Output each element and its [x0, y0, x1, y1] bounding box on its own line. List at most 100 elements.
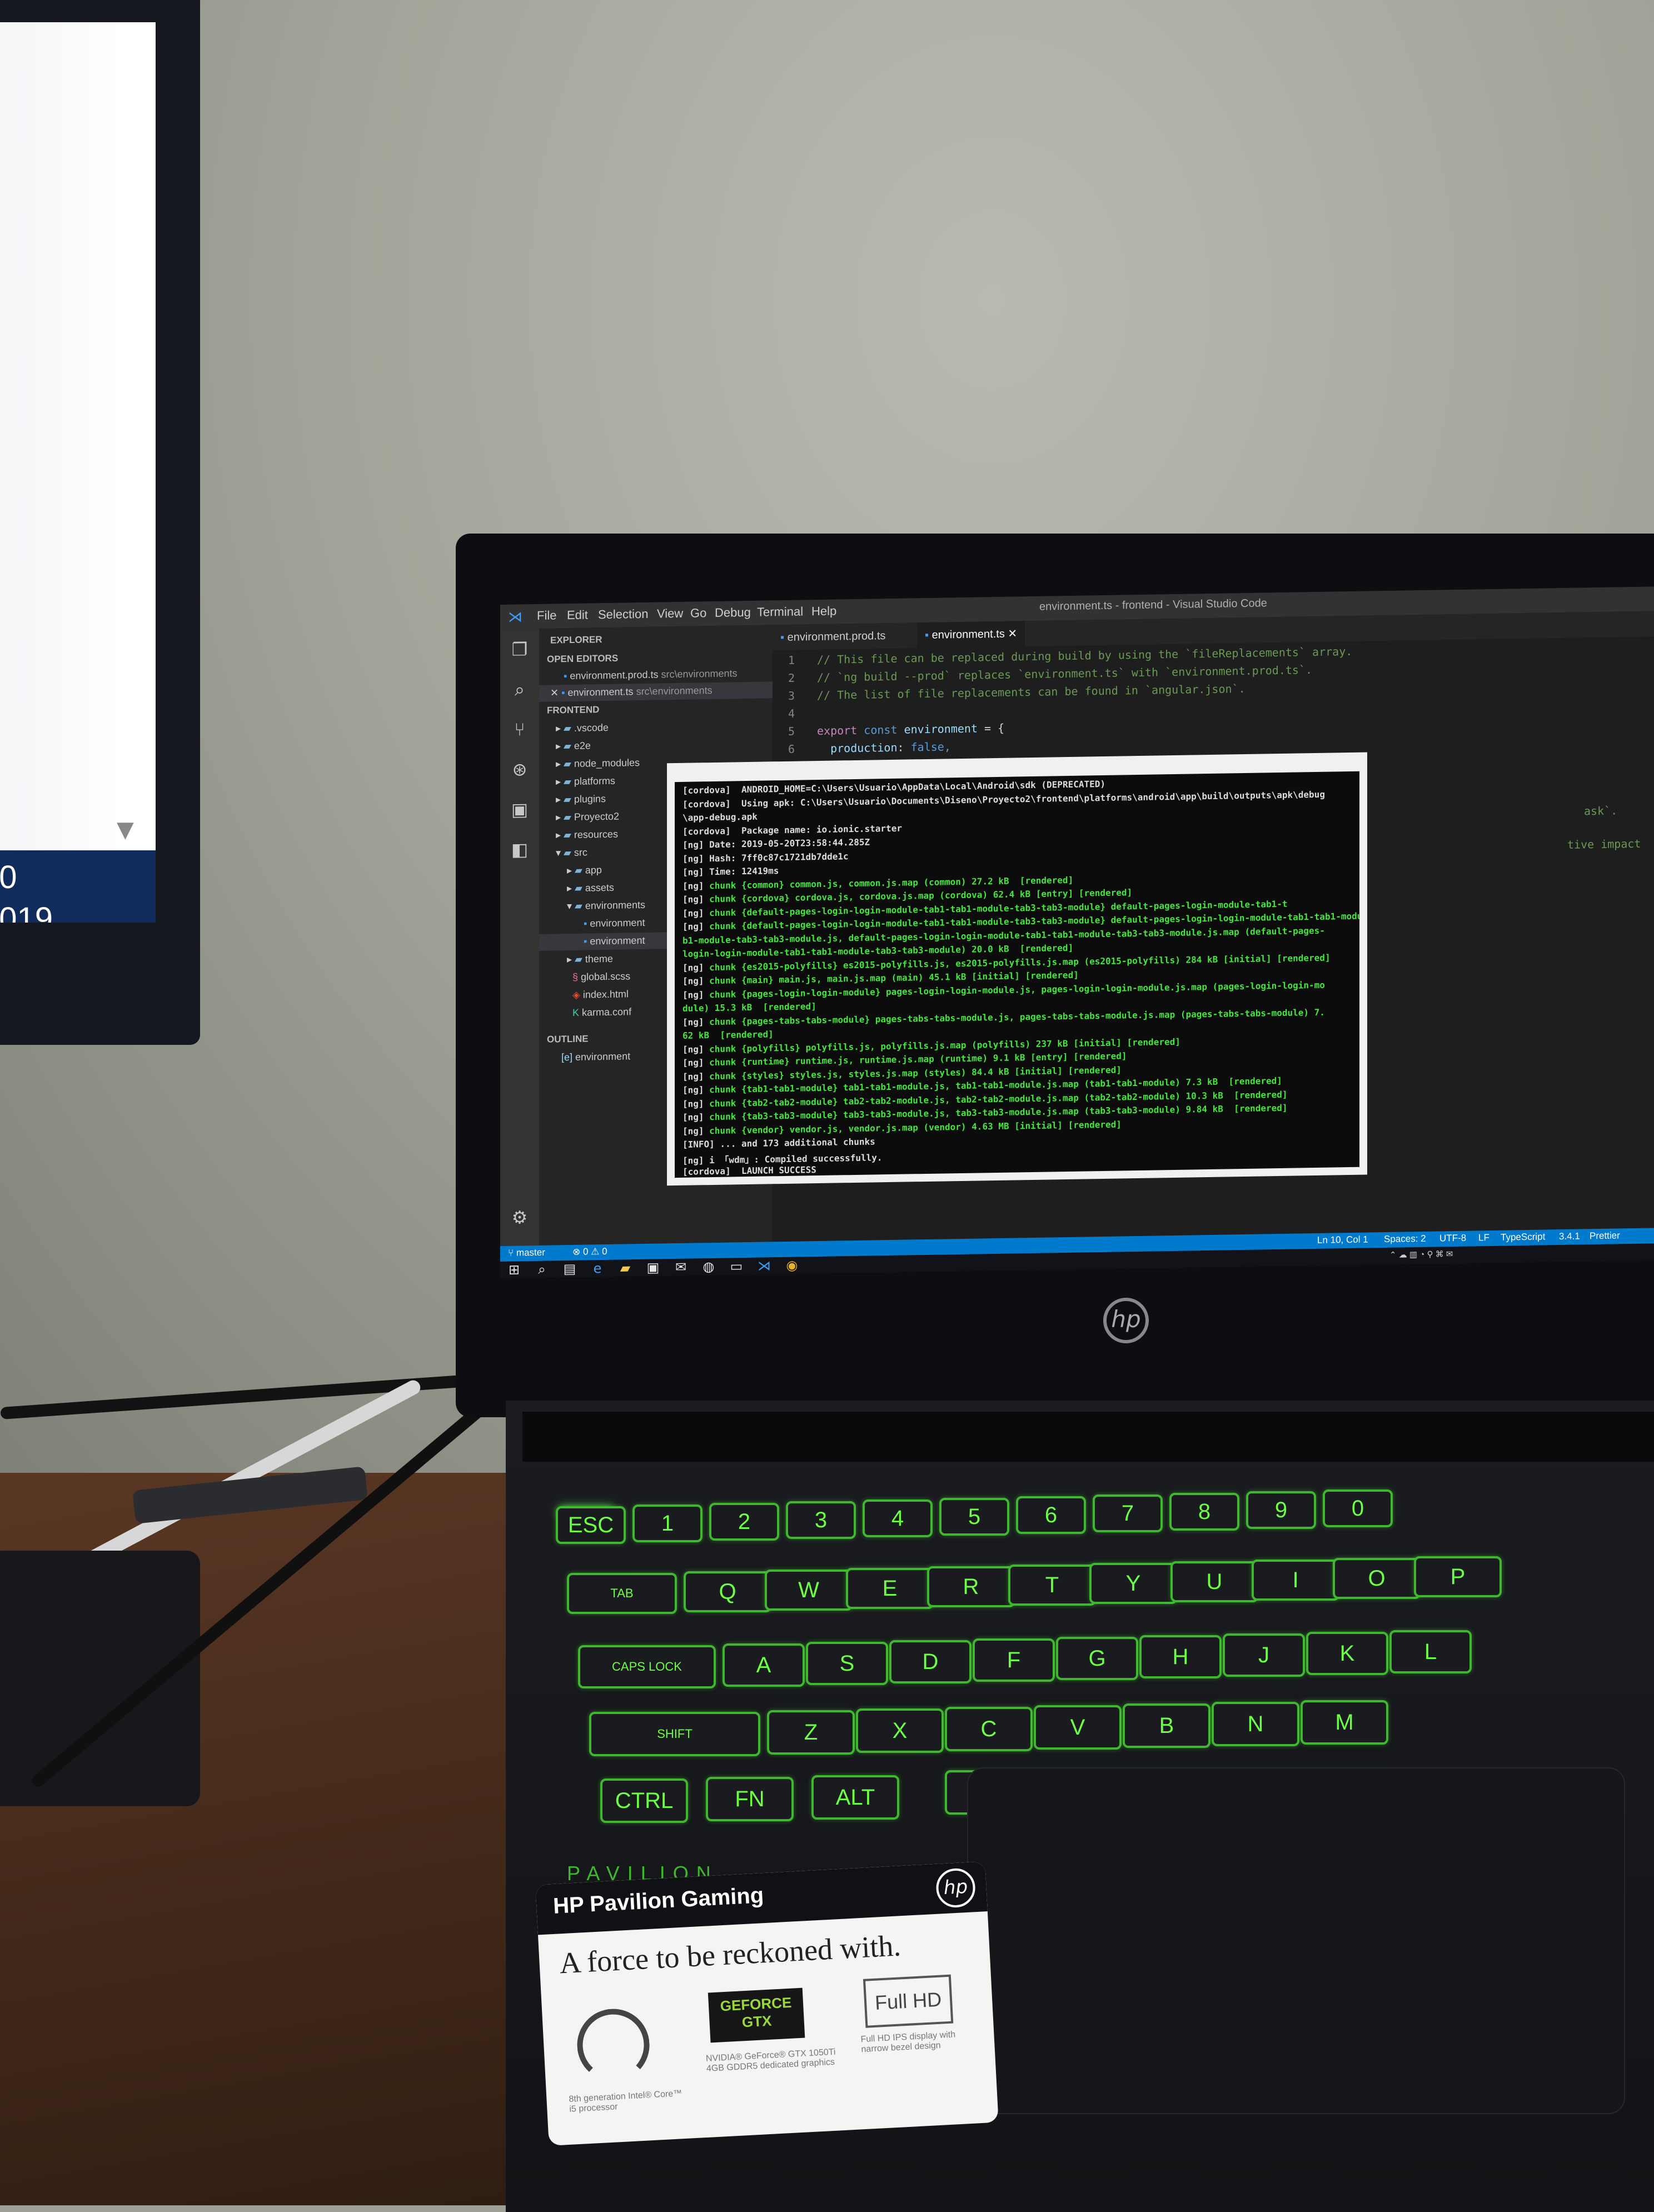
keyboard-key[interactable]: 0 — [1323, 1489, 1393, 1527]
terminal-window[interactable]: [cordova] ANDROID_HOME=C:\Users\Usuario\… — [667, 752, 1367, 1186]
tree-item[interactable]: K karma.conf — [572, 1006, 631, 1019]
menu-selection[interactable]: Selection — [598, 607, 649, 622]
extensions-icon[interactable]: ▣ — [509, 799, 530, 820]
touchpad[interactable] — [967, 1767, 1625, 2114]
keyboard-key[interactable]: T — [1008, 1565, 1096, 1606]
language-mode[interactable]: TypeScript — [1501, 1231, 1545, 1243]
edge-browser-icon[interactable]: e — [589, 1261, 606, 1276]
chrome-icon[interactable]: ◉ — [784, 1258, 800, 1273]
keyboard-key[interactable]: C — [945, 1707, 1033, 1751]
tab-environment[interactable]: ▪ environment.ts ✕ — [917, 621, 1025, 649]
keyboard-key[interactable]: Q — [684, 1571, 771, 1612]
menu-view[interactable]: View — [657, 606, 683, 621]
search-icon[interactable]: ⌕ — [534, 1262, 550, 1277]
task-view-icon[interactable]: ▤ — [561, 1261, 578, 1277]
keyboard-key[interactable]: 7 — [1093, 1494, 1163, 1532]
terminal-icon[interactable]: ▭ — [728, 1258, 745, 1274]
keyboard-key[interactable]: H — [1139, 1635, 1222, 1678]
tree-item[interactable]: ▸ ▰ platforms — [556, 775, 615, 788]
close-icon[interactable]: ✕ — [550, 687, 561, 698]
keyboard-key[interactable]: 3 — [786, 1501, 856, 1539]
keyboard-key[interactable]: G — [1056, 1637, 1138, 1680]
menu-go[interactable]: Go — [690, 606, 706, 620]
keyboard-key[interactable]: 6 — [1016, 1496, 1086, 1534]
open-editor-item[interactable]: ▪ environment.prod.ts src\environments — [564, 667, 738, 682]
tree-item[interactable]: ▸ ▰ .vscode — [556, 722, 609, 734]
ts-version[interactable]: 3.4.1 — [1559, 1230, 1580, 1242]
tree-item[interactable]: § global.scss — [572, 970, 630, 983]
keyboard-key[interactable]: 8 — [1169, 1493, 1239, 1531]
tree-item[interactable]: ▸ ▰ app — [567, 864, 602, 876]
indentation[interactable]: Spaces: 2 — [1384, 1233, 1426, 1245]
keyboard-key[interactable]: X — [856, 1708, 944, 1753]
keyboard-key[interactable]: A — [723, 1643, 805, 1687]
keyboard-key[interactable]: SHIFT — [589, 1712, 760, 1756]
keyboard-key[interactable]: S — [806, 1642, 888, 1685]
keyboard-key[interactable]: ESC — [556, 1506, 626, 1544]
tree-item[interactable]: ▪ environment — [584, 935, 645, 948]
keyboard-key[interactable]: 5 — [939, 1498, 1009, 1536]
keyboard-key[interactable]: F — [973, 1638, 1055, 1682]
project-heading[interactable]: FRONTEND — [547, 704, 599, 716]
menu-help[interactable]: Help — [811, 604, 836, 619]
keyboard-key[interactable]: 2 — [709, 1503, 779, 1541]
keyboard-key[interactable]: 4 — [863, 1499, 933, 1537]
keyboard-key[interactable]: 9 — [1246, 1491, 1316, 1529]
menu-file[interactable]: File — [537, 608, 556, 623]
search-icon[interactable]: ⌕ — [509, 679, 530, 700]
tree-item[interactable]: ▸ ▰ Proyecto2 — [556, 811, 619, 824]
keyboard-key[interactable]: U — [1170, 1561, 1258, 1602]
keyboard-key[interactable]: B — [1123, 1703, 1210, 1748]
tree-item[interactable]: ▾ ▰ src — [556, 847, 587, 859]
windows-start-icon[interactable]: ⊞ — [506, 1262, 522, 1277]
keyboard-key[interactable]: P — [1414, 1556, 1502, 1597]
store-icon[interactable]: ▣ — [645, 1260, 661, 1276]
problems-count[interactable]: ⊗ 0 ⚠ 0 — [572, 1246, 607, 1258]
keyboard-key[interactable]: W — [765, 1570, 853, 1611]
git-branch[interactable]: ⑂ master — [508, 1247, 545, 1259]
tree-item[interactable]: ▸ ▰ e2e — [556, 740, 591, 752]
keyboard-key[interactable]: I — [1252, 1560, 1339, 1601]
keyboard-key[interactable]: ALT — [811, 1775, 899, 1820]
remote-icon[interactable]: ◧ — [509, 839, 530, 860]
close-icon[interactable]: ✕ — [1005, 627, 1017, 640]
explorer-icon[interactable]: ❐ — [509, 639, 530, 660]
tree-item[interactable]: ▸ ▰ plugins — [556, 793, 606, 805]
keyboard-key[interactable]: O — [1333, 1558, 1421, 1599]
menu-debug[interactable]: Debug — [715, 605, 751, 620]
keyboard-key[interactable]: CTRL — [600, 1778, 688, 1823]
keyboard-key[interactable]: M — [1301, 1700, 1388, 1745]
keyboard-key[interactable]: L — [1389, 1630, 1472, 1673]
prettier-status[interactable]: Prettier — [1590, 1230, 1620, 1242]
keyboard-key[interactable]: R — [927, 1566, 1015, 1607]
outline-item[interactable]: [e] environment — [561, 1050, 630, 1063]
tree-item[interactable]: ▸ ▰ assets — [567, 882, 614, 894]
encoding[interactable]: UTF-8 — [1439, 1233, 1466, 1244]
tree-item[interactable]: ▸ ▰ resources — [556, 829, 618, 841]
source-control-icon[interactable]: ⑂ — [509, 719, 530, 740]
app-icon[interactable]: ◍ — [700, 1259, 717, 1274]
scroll-down-arrow-icon[interactable]: ▼ — [117, 817, 134, 843]
tree-item[interactable]: ▾ ▰ environments — [567, 899, 645, 912]
tree-item[interactable]: ◈ index.html — [572, 988, 629, 1001]
keyboard-key[interactable]: FN — [706, 1777, 794, 1821]
outline-heading[interactable]: OUTLINE — [547, 1034, 589, 1045]
open-editors-heading[interactable]: OPEN EDITORS — [547, 653, 618, 665]
tab-environment-prod[interactable]: ▪ environment.prod.ts — [773, 623, 893, 650]
keyboard-key[interactable]: N — [1212, 1702, 1299, 1746]
keyboard-key[interactable]: K — [1306, 1632, 1388, 1675]
keyboard-key[interactable]: Z — [767, 1710, 855, 1755]
keyboard-key[interactable]: TAB — [567, 1573, 677, 1614]
line-ending[interactable]: LF — [1478, 1232, 1489, 1243]
menu-edit[interactable]: Edit — [567, 608, 588, 623]
keyboard-key[interactable]: D — [889, 1640, 972, 1683]
system-tray-icons[interactable]: ⌃ ☁ ▥ ◔ ⚲ ⌘ ✉ — [1389, 1249, 1453, 1260]
keyboard-key[interactable]: V — [1034, 1705, 1122, 1750]
file-explorer-icon[interactable]: ▰ — [617, 1260, 634, 1276]
keyboard-key[interactable]: J — [1223, 1633, 1305, 1677]
debug-icon[interactable]: ⊛ — [509, 759, 530, 780]
tree-item[interactable]: ▸ ▰ node_modules — [556, 757, 640, 770]
tree-item[interactable]: ▪ environment — [584, 917, 645, 930]
keyboard-key[interactable]: CAPS LOCK — [578, 1645, 716, 1688]
vscode-taskbar-icon[interactable]: ⋊ — [756, 1258, 773, 1273]
